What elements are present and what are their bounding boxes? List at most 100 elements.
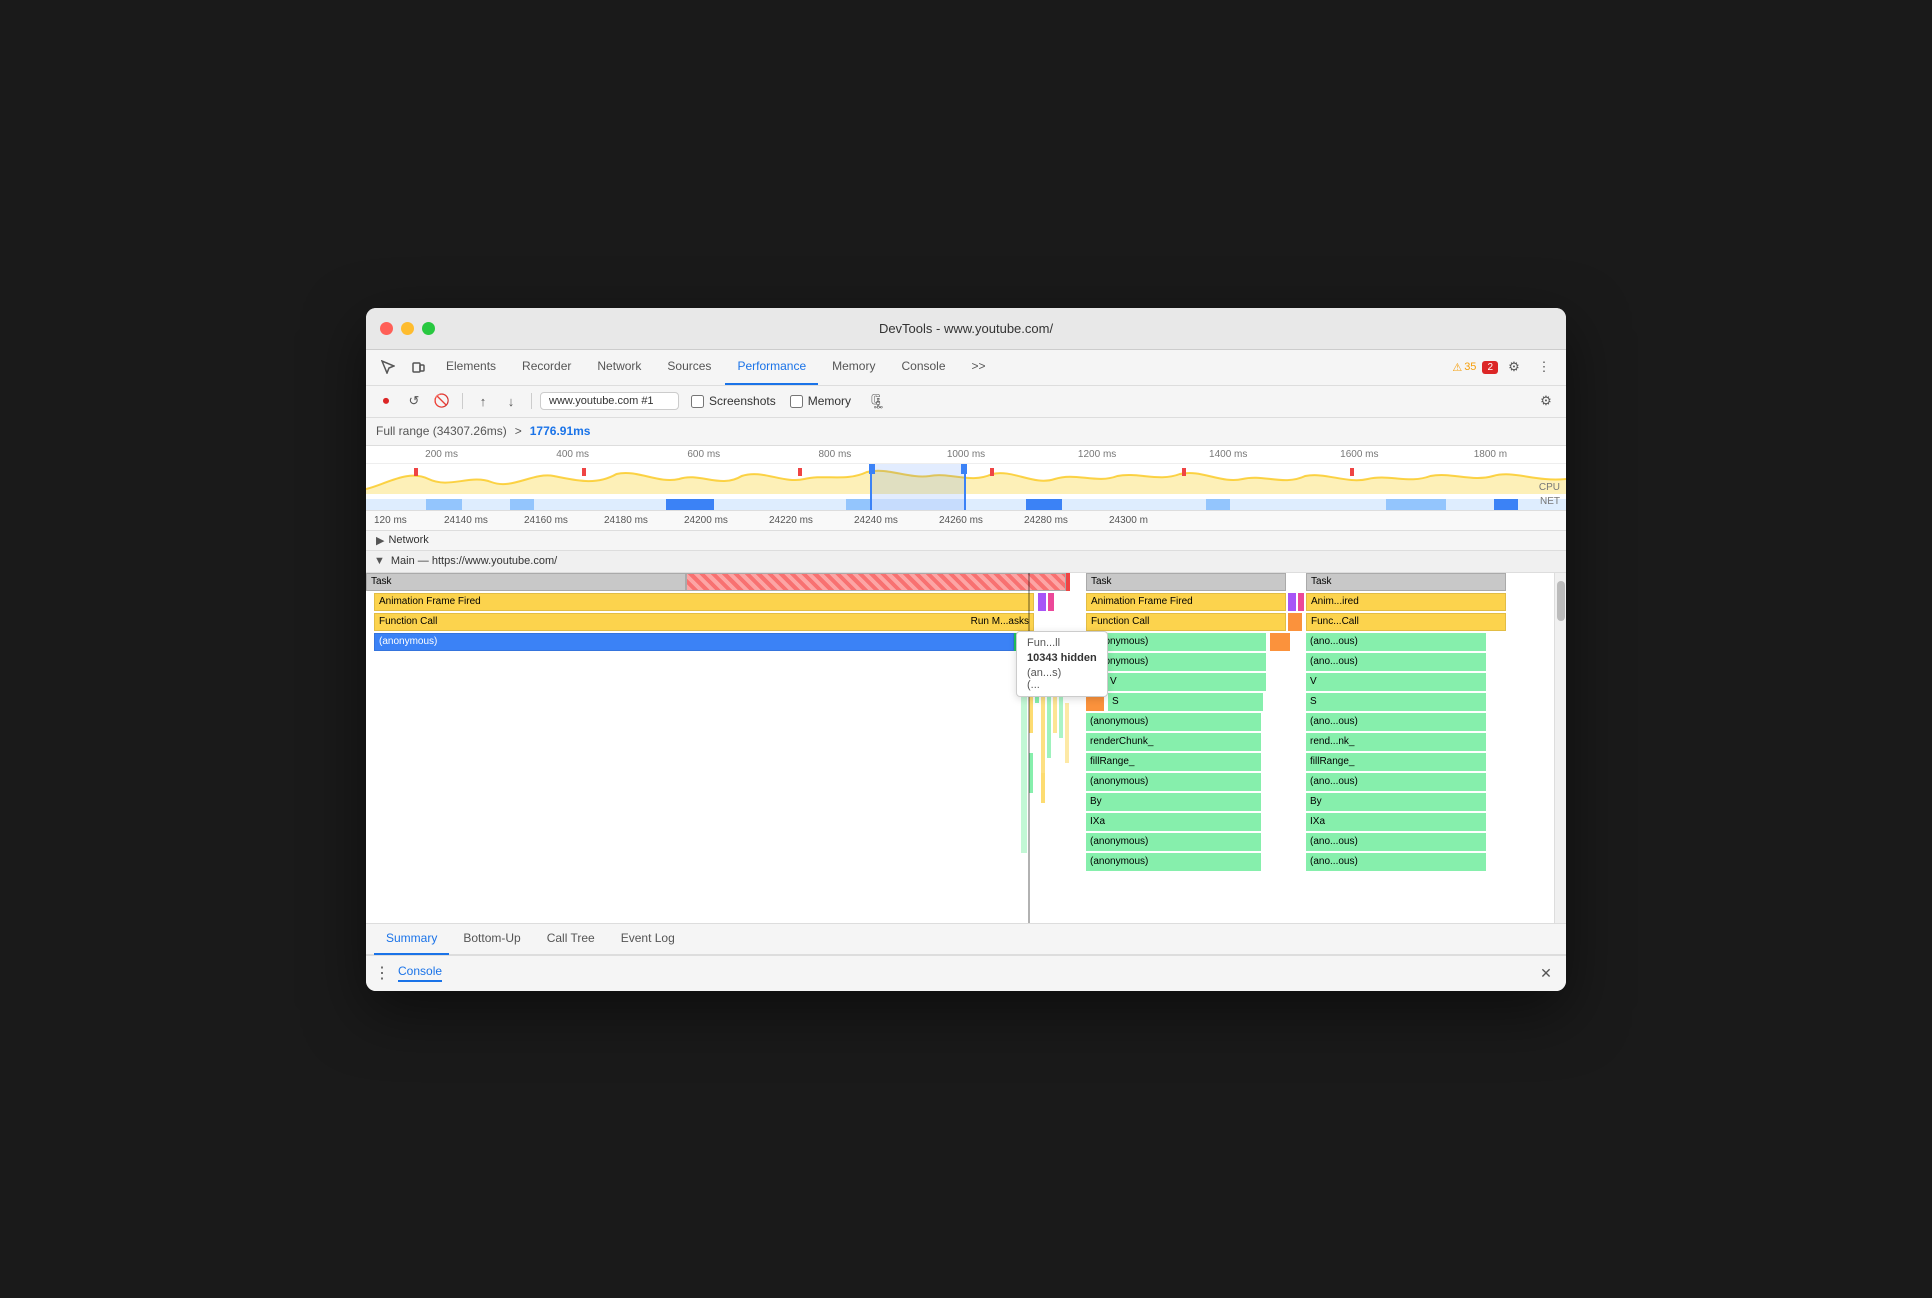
scrollbar-thumb[interactable] bbox=[1557, 581, 1565, 621]
animation-block-far[interactable]: Anim...ired bbox=[1306, 593, 1506, 611]
function-block-left[interactable]: Function Call Run M...asks bbox=[374, 613, 1034, 631]
network-label: Network bbox=[388, 534, 428, 546]
orange-block bbox=[1288, 613, 1302, 631]
anon-row15-far[interactable]: (ano...ous) bbox=[1306, 853, 1486, 871]
row13: IXa IXa bbox=[1086, 813, 1566, 831]
selection-handle-right[interactable] bbox=[961, 464, 967, 474]
anon-right-2[interactable]: (anonymous) bbox=[1086, 653, 1266, 671]
anon-row15-right[interactable]: (anonymous) bbox=[1086, 853, 1261, 871]
anon-row14-right[interactable]: (anonymous) bbox=[1086, 833, 1261, 851]
console-menu-button[interactable]: ⋮ bbox=[374, 963, 390, 983]
refresh-button[interactable]: ↺ bbox=[402, 389, 426, 413]
task-block-striped[interactable] bbox=[686, 573, 1066, 591]
task-marker bbox=[1066, 573, 1070, 591]
anon-row14-far[interactable]: (ano...ous) bbox=[1306, 833, 1486, 851]
tooltip-top: Fun...ll bbox=[1027, 637, 1097, 649]
row10: fillRange_ fillRange_ bbox=[1086, 753, 1566, 771]
s-block-far[interactable]: S bbox=[1306, 693, 1486, 711]
tab-sources[interactable]: Sources bbox=[655, 349, 723, 385]
tab-event-log[interactable]: Event Log bbox=[609, 923, 687, 955]
url-select[interactable]: www.youtube.com #1 bbox=[540, 392, 679, 410]
upload-button[interactable]: ↑ bbox=[471, 389, 495, 413]
clear-button[interactable]: 🚫 bbox=[430, 389, 454, 413]
console-close-button[interactable]: ✕ bbox=[1534, 961, 1558, 985]
net-bar bbox=[426, 499, 462, 511]
flame-chart[interactable]: Task Task Task Animation Frame Fired Ani… bbox=[366, 573, 1566, 923]
tab-recorder[interactable]: Recorder bbox=[510, 349, 583, 385]
memory-input[interactable] bbox=[790, 395, 803, 408]
settings-button[interactable]: ⚙ bbox=[1500, 353, 1528, 381]
anon-far-1[interactable]: (ano...ous) bbox=[1306, 633, 1486, 651]
anon-row11-right[interactable]: (anonymous) bbox=[1086, 773, 1261, 791]
download-button[interactable]: ↓ bbox=[499, 389, 523, 413]
ruler-mark-8: 1600 ms bbox=[1294, 449, 1425, 460]
console-tab[interactable]: Console bbox=[398, 964, 442, 982]
screenshots-input[interactable] bbox=[691, 395, 704, 408]
by-far[interactable]: By bbox=[1306, 793, 1486, 811]
ruler-mark-9: 1800 m bbox=[1425, 449, 1556, 460]
memory-checkbox[interactable]: Memory bbox=[790, 394, 851, 408]
function-block-far[interactable]: Func...Call bbox=[1306, 613, 1506, 631]
net-bar bbox=[1494, 499, 1518, 511]
perf-mark bbox=[582, 468, 586, 476]
gear-button[interactable]: ⚙ bbox=[1534, 389, 1558, 413]
render-right[interactable]: renderChunk_ bbox=[1086, 733, 1261, 751]
network-expand-button[interactable]: ▶ bbox=[376, 534, 384, 547]
anon-row8-right[interactable]: (anonymous) bbox=[1086, 713, 1261, 731]
v-block-far[interactable]: V bbox=[1306, 673, 1486, 691]
anon-row8-far[interactable]: (ano...ous) bbox=[1306, 713, 1486, 731]
timeline-overview[interactable]: 200 ms 400 ms 600 ms 800 ms 1000 ms 1200… bbox=[366, 446, 1566, 511]
task-block-right[interactable]: Task bbox=[1086, 573, 1286, 591]
selection-overlay[interactable] bbox=[870, 464, 966, 511]
by-right[interactable]: By bbox=[1086, 793, 1261, 811]
memory-icon-button[interactable]: 🗜 bbox=[865, 389, 889, 413]
anonymous-block-selected[interactable]: (anonymous) bbox=[374, 633, 1014, 651]
minimize-button[interactable] bbox=[401, 322, 414, 335]
selection-handle-left[interactable] bbox=[869, 464, 875, 474]
animation-block-right[interactable]: Animation Frame Fired bbox=[1086, 593, 1286, 611]
tab-console[interactable]: Console bbox=[889, 349, 957, 385]
v-block-right[interactable]: (... V bbox=[1086, 673, 1266, 691]
devtools-nav: Elements Recorder Network Sources Perfor… bbox=[366, 350, 1566, 386]
warning-count: ⚠ 35 bbox=[1452, 361, 1476, 374]
tab-network[interactable]: Network bbox=[585, 349, 653, 385]
small-purple bbox=[1038, 593, 1046, 611]
function-block-right[interactable]: Function Call bbox=[1086, 613, 1286, 631]
tab-bottom-up[interactable]: Bottom-Up bbox=[451, 923, 532, 955]
more-options-button[interactable]: ⋮ bbox=[1530, 353, 1558, 381]
net-bar bbox=[1386, 499, 1446, 511]
tab-more[interactable]: >> bbox=[960, 349, 998, 385]
fill-far[interactable]: fillRange_ bbox=[1306, 753, 1486, 771]
anon-right-1[interactable]: (anonymous) bbox=[1086, 633, 1266, 651]
net-bar bbox=[846, 499, 870, 511]
anon-row11-far[interactable]: (ano...ous) bbox=[1306, 773, 1486, 791]
device-toolbar-button[interactable] bbox=[404, 353, 432, 381]
main-expand-button[interactable]: ▼ bbox=[374, 555, 385, 567]
net-bar bbox=[1026, 499, 1062, 511]
ixa-right[interactable]: IXa bbox=[1086, 813, 1261, 831]
task-block-left[interactable]: Task bbox=[366, 573, 686, 591]
perf-mark bbox=[414, 468, 418, 476]
fill-right[interactable]: fillRange_ bbox=[1086, 753, 1261, 771]
tab-memory[interactable]: Memory bbox=[820, 349, 887, 385]
ixa-far[interactable]: IXa bbox=[1306, 813, 1486, 831]
checkbox-group: Screenshots Memory 🗜 bbox=[691, 389, 889, 413]
right-scrollbar[interactable] bbox=[1554, 573, 1566, 923]
task-block-far-right[interactable]: Task bbox=[1306, 573, 1506, 591]
record-button[interactable]: ⏺ bbox=[374, 389, 398, 413]
animation-block-left[interactable]: Animation Frame Fired bbox=[374, 593, 1034, 611]
tab-performance[interactable]: Performance bbox=[725, 349, 818, 385]
s-block-right[interactable]: S bbox=[1108, 693, 1263, 711]
maximize-button[interactable] bbox=[422, 322, 435, 335]
inspect-element-button[interactable] bbox=[374, 353, 402, 381]
anon-far-2[interactable]: (ano...ous) bbox=[1306, 653, 1486, 671]
render-far[interactable]: rend...nk_ bbox=[1306, 733, 1486, 751]
net-bar bbox=[510, 499, 534, 511]
ruler-mark-2: 400 ms bbox=[507, 449, 638, 460]
tab-call-tree[interactable]: Call Tree bbox=[535, 923, 607, 955]
close-button[interactable] bbox=[380, 322, 393, 335]
timeline-canvas[interactable]: CPU NET bbox=[366, 464, 1566, 511]
screenshots-checkbox[interactable]: Screenshots bbox=[691, 394, 776, 408]
tab-elements[interactable]: Elements bbox=[434, 349, 508, 385]
tab-summary[interactable]: Summary bbox=[374, 923, 449, 955]
